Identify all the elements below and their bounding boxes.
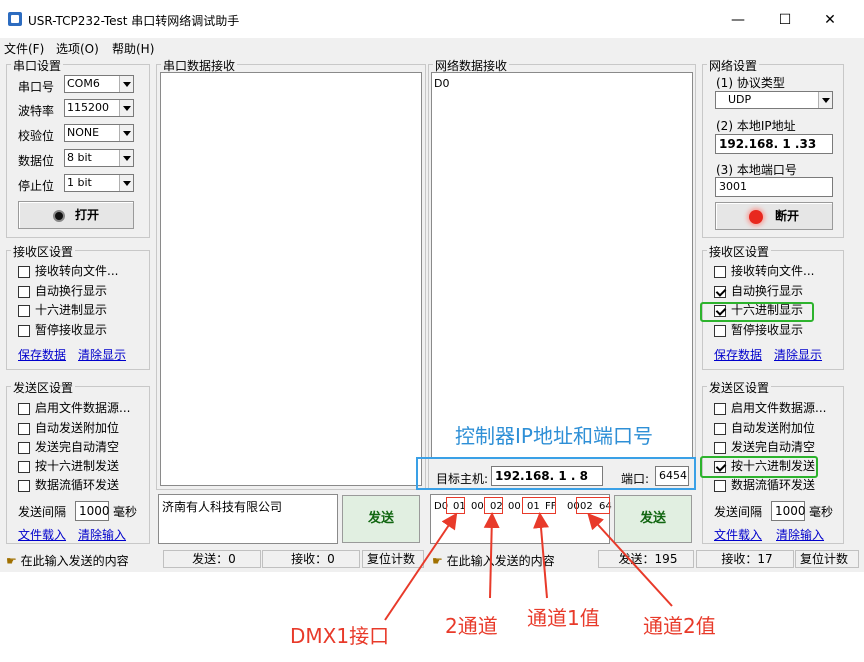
dmx-annotation: DMX1接口 [290, 624, 390, 648]
arrow-ch2 [483, 512, 500, 599]
ch1-value-annotation: 通道1值 [527, 606, 600, 630]
arrow-ch1-value [533, 512, 549, 599]
arrow-dmx [384, 512, 458, 621]
ch2-value-annotation: 通道2值 [643, 614, 716, 638]
ch2-annotation: 2通道 [445, 614, 498, 638]
annotation-arrows [384, 512, 673, 621]
arrow-ch2-value [587, 513, 673, 607]
